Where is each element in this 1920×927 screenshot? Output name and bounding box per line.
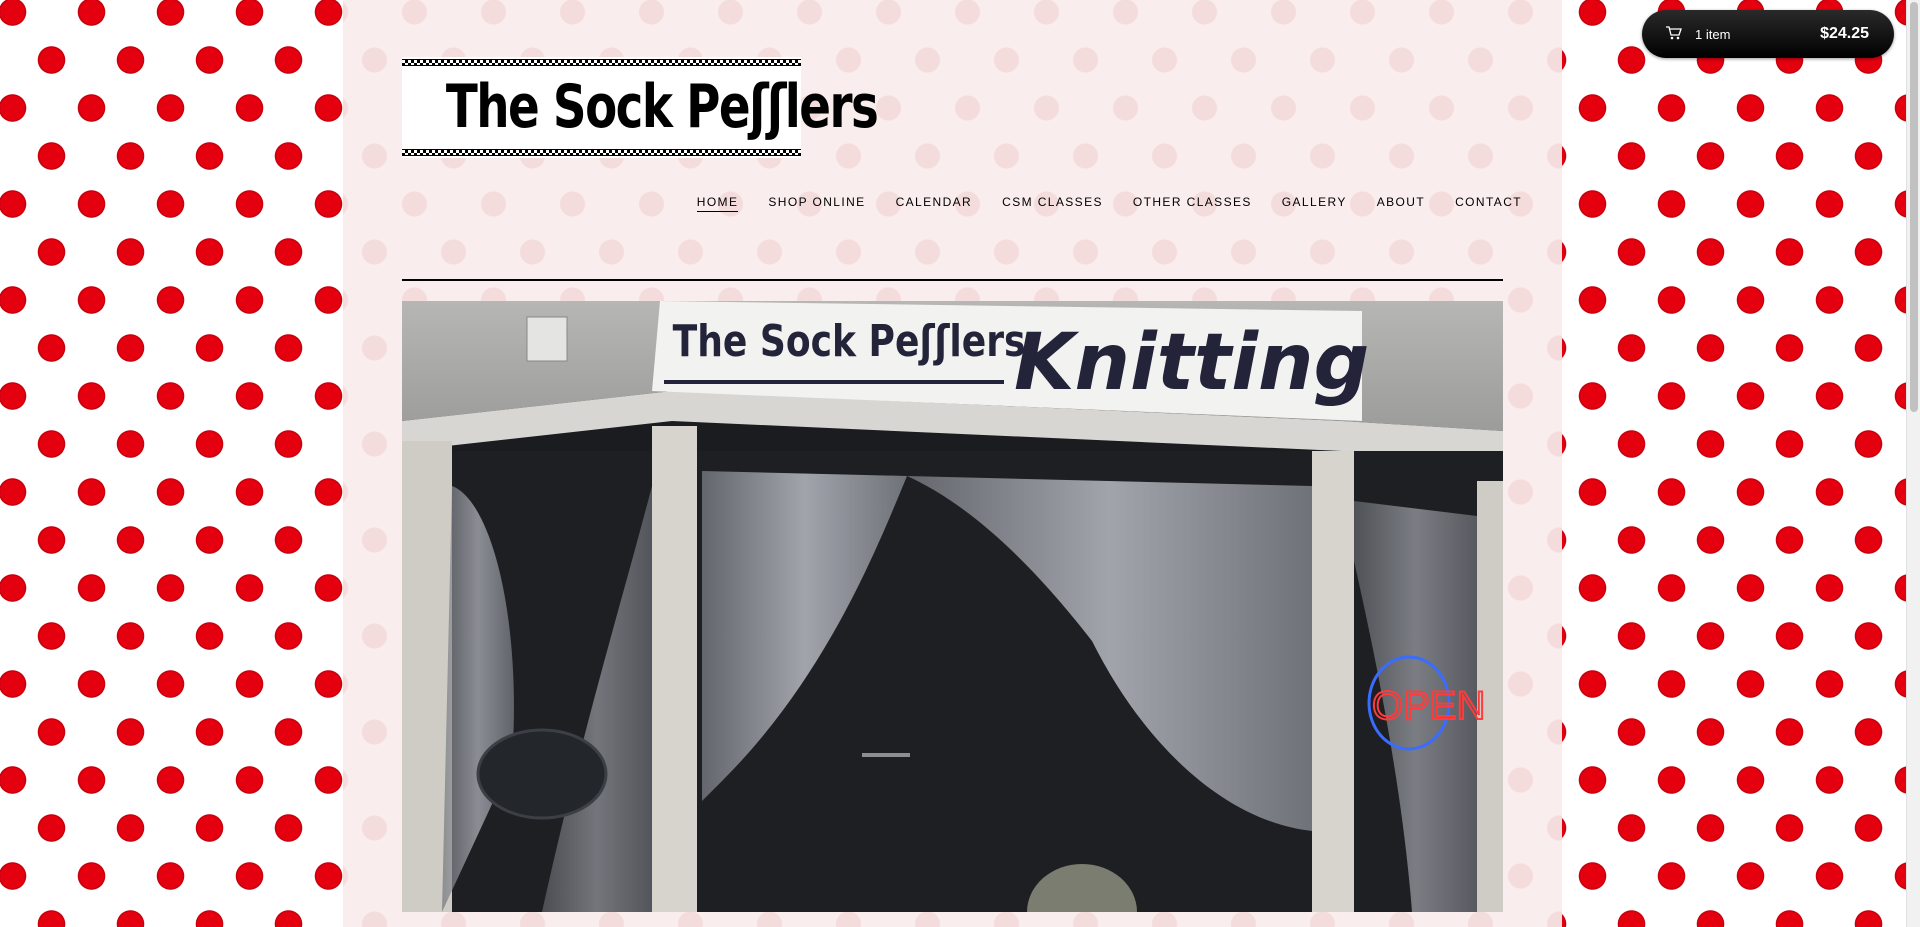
nav-other-classes[interactable]: OTHER CLASSES <box>1133 195 1252 212</box>
nav-csm-classes[interactable]: CSM CLASSES <box>1002 195 1103 212</box>
scrollbar-thumb[interactable] <box>1910 2 1918 412</box>
storefront-sign-left: The Sock Peʃʃlers <box>673 317 1026 367</box>
main-nav: HOME SHOP ONLINE CALENDAR CSM CLASSES OT… <box>667 195 1522 212</box>
nav-shop-online[interactable]: SHOP ONLINE <box>768 195 865 212</box>
cart-total: $24.25 <box>1820 25 1869 42</box>
nav-gallery[interactable]: GALLERY <box>1282 195 1347 212</box>
cart-summary[interactable]: 1 item $24.25 <box>1642 10 1894 58</box>
logo-checker-top <box>402 59 801 66</box>
storefront-sign-right: Knitting <box>1014 318 1369 408</box>
cart-icon <box>1666 26 1682 45</box>
hero-storefront-image: The Sock Peʃʃlers Knitting OPEN <box>402 301 1503 912</box>
nav-contact[interactable]: CONTACT <box>1455 195 1522 212</box>
header-divider <box>402 279 1503 281</box>
neon-open-sign: OPEN <box>1372 684 1485 728</box>
page-content: The Sock Peʃʃlers HOME SHOP ONLINE CALEN… <box>343 0 1562 927</box>
nav-about[interactable]: ABOUT <box>1377 195 1425 212</box>
cart-item-count: 1 item <box>1695 27 1731 42</box>
page-scrollbar[interactable] <box>1906 0 1920 927</box>
nav-calendar[interactable]: CALENDAR <box>896 195 973 212</box>
logo-text: The Sock Peʃʃlers <box>445 72 879 142</box>
nav-home[interactable]: HOME <box>696 195 739 212</box>
storefront-photo: The Sock Peʃʃlers Knitting OPEN <box>402 301 1503 912</box>
logo-checker-bottom <box>402 149 801 156</box>
site-logo[interactable]: The Sock Peʃʃlers <box>402 57 879 158</box>
